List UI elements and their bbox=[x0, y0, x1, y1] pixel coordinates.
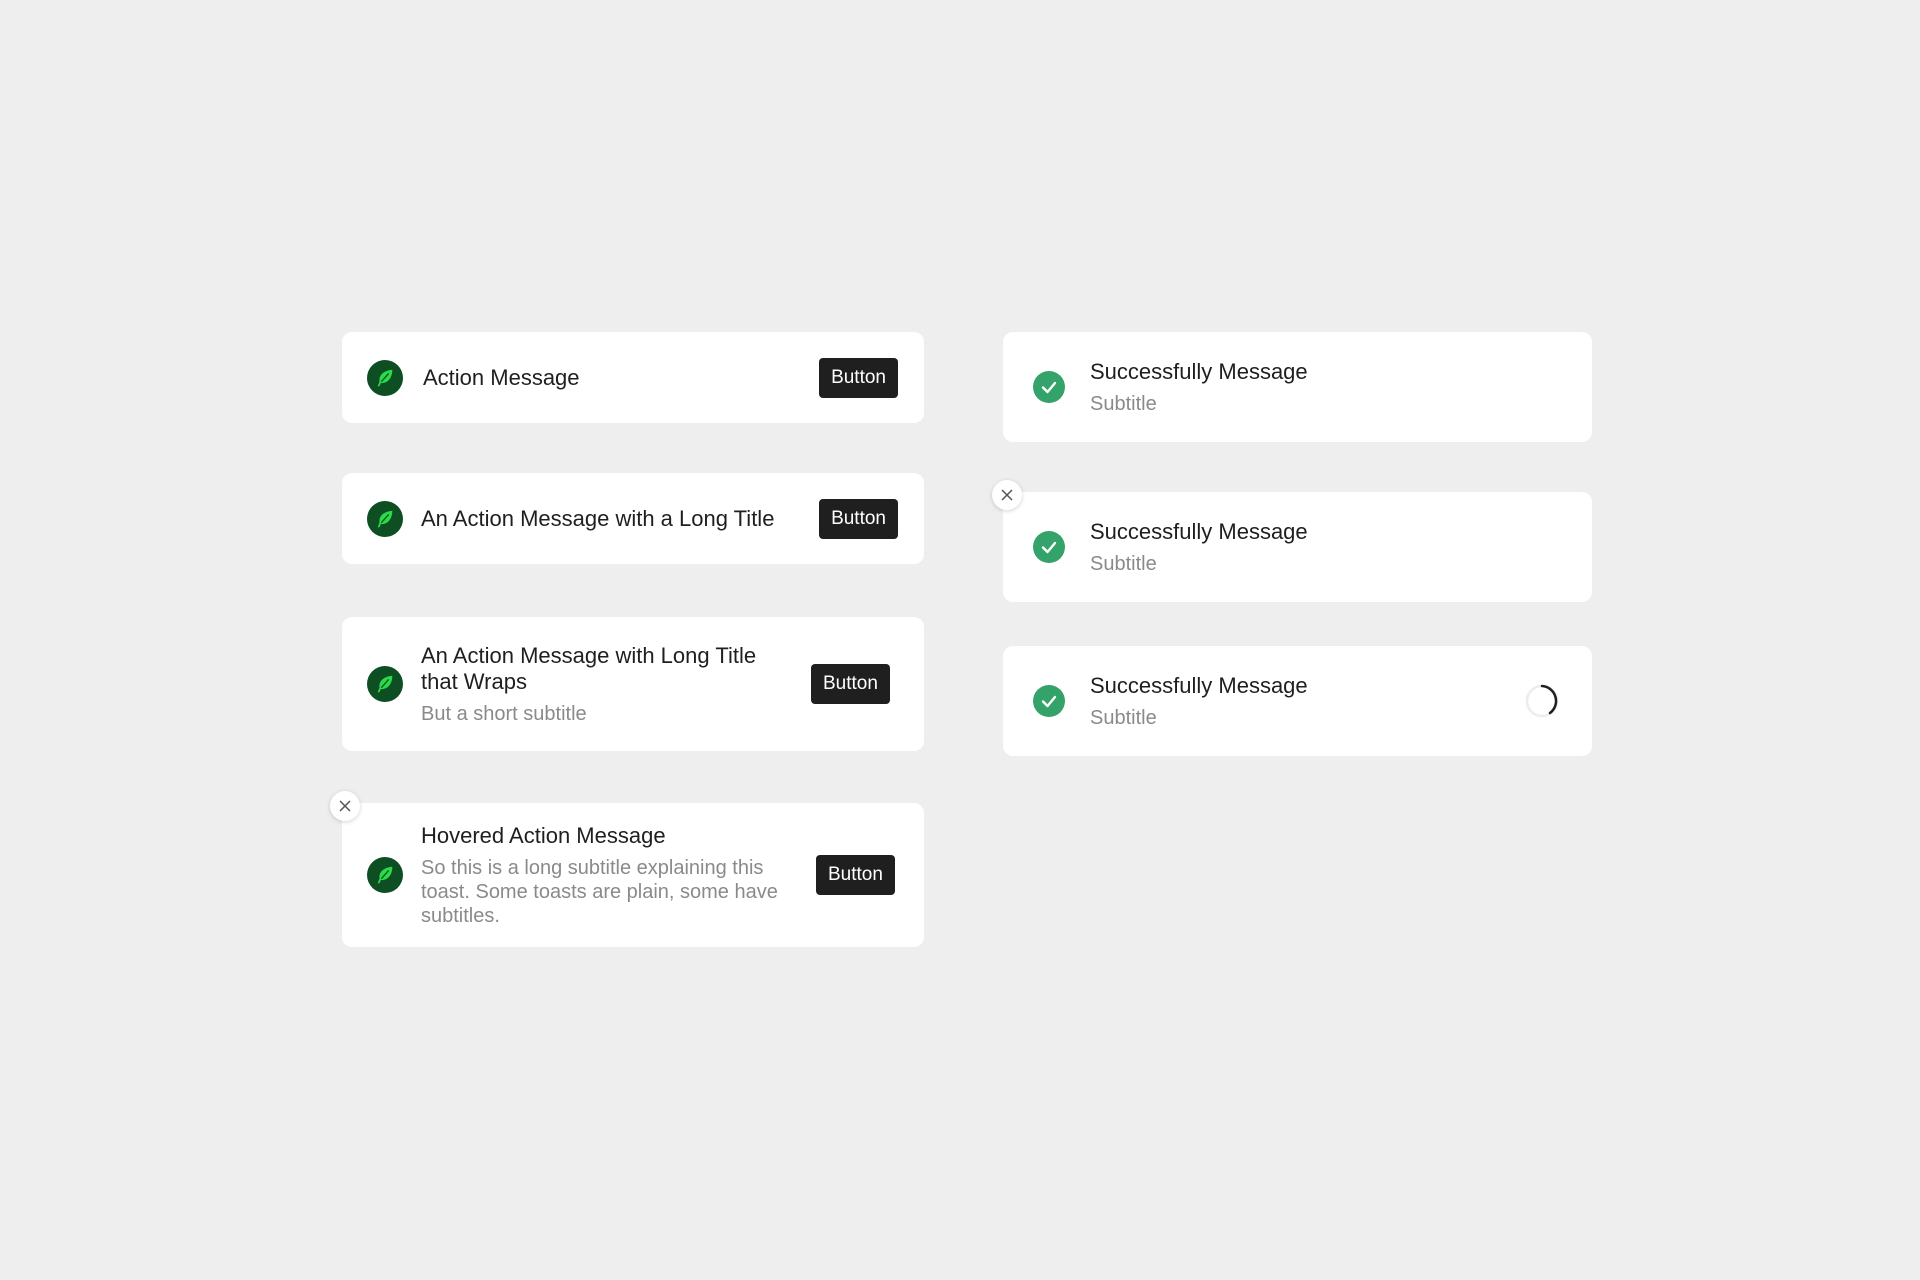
action-toast: Action Message Button bbox=[342, 332, 924, 423]
toast-action-button[interactable]: Button bbox=[819, 357, 898, 398]
toast-subtitle: Subtitle bbox=[1090, 552, 1157, 575]
toast-title: An Action Message with a Long Title bbox=[421, 505, 775, 531]
success-toast: Successfully Message Subtitle bbox=[1003, 332, 1592, 442]
toast-title: Successfully Message bbox=[1090, 672, 1308, 698]
toast-text: Successfully Message Subtitle bbox=[1090, 519, 1560, 576]
action-toast: An Action Message with Long Title that W… bbox=[342, 617, 924, 751]
check-circle-icon bbox=[1033, 685, 1065, 717]
success-toast-loading: Successfully Message Subtitle bbox=[1003, 646, 1592, 756]
success-toast-hovered: Successfully Message Subtitle bbox=[1003, 492, 1592, 602]
toast-subtitle: Subtitle bbox=[1090, 392, 1157, 415]
leaf-icon bbox=[367, 666, 403, 702]
check-circle-icon bbox=[1033, 371, 1065, 403]
toast-action-button[interactable]: Button bbox=[811, 664, 890, 704]
toast-text: An Action Message with Long Title that W… bbox=[421, 643, 791, 726]
toast-text: Hovered Action Message So this is a long… bbox=[421, 823, 796, 928]
loading-spinner-icon bbox=[1525, 684, 1559, 718]
check-circle-icon bbox=[1033, 531, 1065, 563]
toast-text: An Action Message with a Long Title bbox=[421, 506, 799, 532]
leaf-icon bbox=[367, 359, 403, 396]
toast-subtitle: But a short subtitle bbox=[421, 702, 587, 725]
toast-text: Action Message bbox=[423, 365, 799, 391]
toast-action-button[interactable]: Button bbox=[816, 855, 895, 895]
toast-subtitle: So this is a long subtitle explaining th… bbox=[421, 856, 778, 927]
toast-text: Successfully Message Subtitle bbox=[1090, 673, 1524, 730]
toast-title: Successfully Message bbox=[1090, 518, 1308, 544]
action-toast-hovered: Hovered Action Message So this is a long… bbox=[342, 803, 924, 947]
toast-text: Successfully Message Subtitle bbox=[1090, 359, 1560, 416]
leaf-icon bbox=[367, 500, 403, 537]
close-icon bbox=[339, 800, 351, 812]
toast-title: An Action Message with Long Title that W… bbox=[421, 642, 757, 694]
toast-action-button[interactable]: Button bbox=[819, 498, 898, 539]
toast-title: Action Message bbox=[423, 364, 580, 390]
toast-title: Hovered Action Message bbox=[421, 822, 666, 848]
close-icon bbox=[1001, 489, 1013, 501]
toast-title: Successfully Message bbox=[1090, 358, 1308, 384]
action-toast: An Action Message with a Long Title Butt… bbox=[342, 473, 924, 564]
close-button[interactable] bbox=[992, 480, 1022, 510]
close-button[interactable] bbox=[330, 791, 360, 821]
leaf-icon bbox=[367, 857, 403, 893]
toast-subtitle: Subtitle bbox=[1090, 706, 1157, 729]
